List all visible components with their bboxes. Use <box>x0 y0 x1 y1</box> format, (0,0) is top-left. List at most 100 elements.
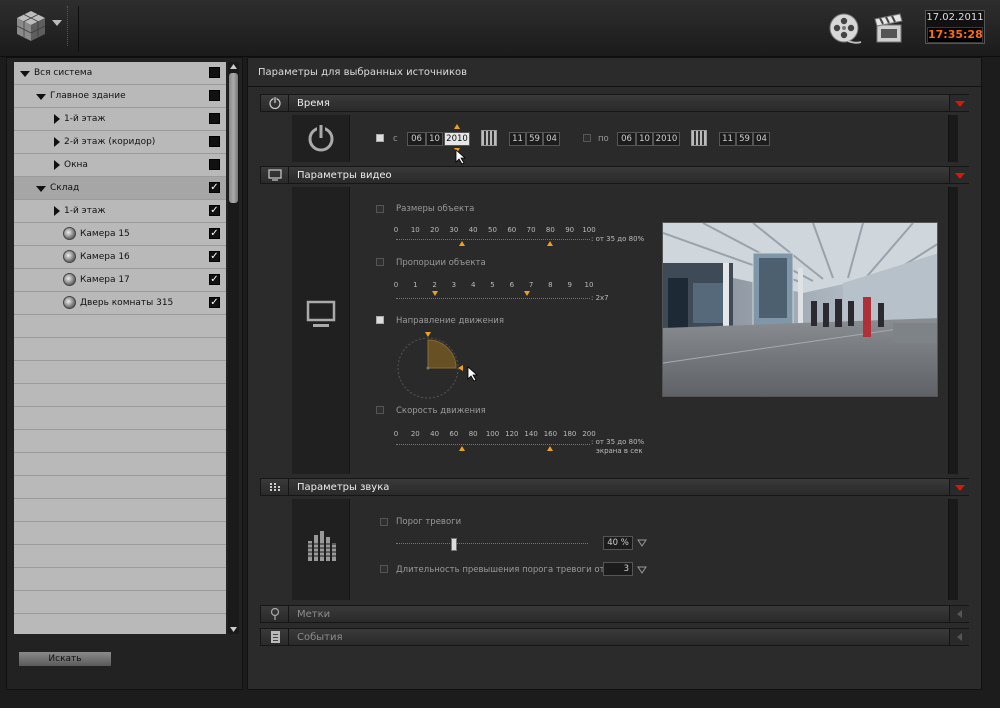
threshold-duration-checkbox[interactable] <box>380 565 388 573</box>
tree-checkbox[interactable]: ✓ <box>209 274 220 285</box>
from-year-field[interactable]: 2010 <box>444 132 470 146</box>
film-clapper-icon[interactable] <box>872 12 906 46</box>
empty-row <box>14 522 226 545</box>
datetime-display: 17.02.2011 17:35:28 <box>925 10 985 44</box>
object-size-max-handle[interactable] <box>547 241 553 246</box>
object-size-min-handle[interactable] <box>459 241 465 246</box>
expand-button[interactable] <box>949 606 969 622</box>
collapsed-arrow-icon[interactable] <box>54 137 60 147</box>
to-minute-field[interactable]: 59 <box>736 132 753 146</box>
tree-row-camera-15[interactable]: Камера 15 ✓ <box>14 223 226 246</box>
expand-button[interactable] <box>949 629 969 645</box>
alarm-threshold-checkbox[interactable] <box>380 518 388 526</box>
tree-row-door-315[interactable]: Дверь комнаты 315 ✓ <box>14 292 226 315</box>
tree-checkbox[interactable] <box>209 113 220 124</box>
divider <box>247 86 982 87</box>
tree-checkbox[interactable] <box>209 136 220 147</box>
tree-row-all-system[interactable]: Вся система <box>14 62 226 85</box>
object-ratio-slider-track[interactable] <box>396 298 590 299</box>
to-second-field[interactable]: 04 <box>753 132 770 146</box>
to-day-field[interactable]: 06 <box>617 132 636 146</box>
to-checkbox[interactable] <box>583 134 591 142</box>
collapsed-arrow-icon[interactable] <box>54 160 60 170</box>
to-month-field[interactable]: 10 <box>636 132 653 146</box>
section-header-video[interactable]: Параметры видео <box>260 166 969 184</box>
calendar-icon[interactable] <box>481 130 497 146</box>
tree-row-floor-2[interactable]: 2-й этаж (коридор) <box>14 131 226 154</box>
from-second-field[interactable]: 04 <box>543 132 560 146</box>
scale-tick-label: 1 <box>413 281 418 289</box>
section-header-sound[interactable]: Параметры звука <box>260 478 969 496</box>
spin-up-icon[interactable] <box>454 124 460 129</box>
speed-max-handle[interactable] <box>547 446 553 451</box>
expanded-arrow-icon[interactable] <box>36 186 46 192</box>
calendar-icon[interactable] <box>691 130 707 146</box>
tree-row-warehouse-floor-1[interactable]: 1-й этаж ✓ <box>14 200 226 223</box>
alarm-threshold-slider-handle[interactable] <box>451 538 457 551</box>
from-day-field[interactable]: 06 <box>407 132 426 146</box>
from-checkbox[interactable] <box>376 134 384 142</box>
tree-row-camera-17[interactable]: Камера 17 ✓ <box>14 269 226 292</box>
tree-checkbox[interactable] <box>209 159 220 170</box>
dropdown-arrow-icon[interactable] <box>637 539 647 547</box>
object-ratio-max-handle[interactable] <box>524 291 530 296</box>
collapse-button[interactable] <box>949 479 969 495</box>
threshold-duration-value[interactable]: 3 <box>603 562 633 576</box>
collapsed-arrow-icon[interactable] <box>54 114 60 124</box>
object-ratio-checkbox[interactable] <box>376 258 384 266</box>
tree-checkbox[interactable] <box>209 67 220 78</box>
scrollbar-thumb[interactable] <box>229 73 238 203</box>
tree-checkbox[interactable]: ✓ <box>209 251 220 262</box>
tree-row-floor-1[interactable]: 1-й этаж <box>14 108 226 131</box>
alarm-threshold-value[interactable]: 40 % <box>603 536 633 550</box>
section-scrollbar[interactable] <box>948 499 958 600</box>
dropdown-arrow-icon[interactable] <box>637 566 647 574</box>
speed-checkbox[interactable] <box>376 406 384 414</box>
tree-checkbox[interactable]: ✓ <box>209 182 220 193</box>
from-minute-field[interactable]: 59 <box>526 132 543 146</box>
film-reel-icon[interactable] <box>828 12 862 46</box>
direction-checkbox[interactable] <box>376 316 384 324</box>
tree-checkbox[interactable]: ✓ <box>209 297 220 308</box>
scale-tick-label: 10 <box>584 281 594 289</box>
chevron-down-icon[interactable] <box>52 20 62 26</box>
tree-checkbox[interactable]: ✓ <box>209 228 220 239</box>
scale-tick-label: 0 <box>393 430 399 438</box>
tree-checkbox[interactable] <box>209 90 220 101</box>
tree-scrollbar[interactable] <box>228 62 239 634</box>
mouse-pointer-icon <box>455 149 467 165</box>
collapse-button[interactable] <box>949 95 969 111</box>
alarm-threshold-slider-track[interactable] <box>396 543 588 544</box>
collapse-button[interactable] <box>949 167 969 183</box>
section-header-events[interactable]: События <box>260 628 969 646</box>
speed-min-handle[interactable] <box>459 446 465 451</box>
expanded-arrow-icon[interactable] <box>20 71 30 77</box>
section-scrollbar[interactable] <box>948 187 958 474</box>
scale-tick-label: 80 <box>545 226 555 234</box>
cube-logo-icon[interactable] <box>14 9 48 43</box>
object-size-slider-track[interactable] <box>396 239 590 240</box>
direction-dial[interactable] <box>395 330 465 400</box>
scroll-down-arrow-icon[interactable] <box>228 624 239 634</box>
expanded-arrow-icon[interactable] <box>36 94 46 100</box>
tree-row-camera-16[interactable]: Камера 16 ✓ <box>14 246 226 269</box>
from-month-field[interactable]: 10 <box>426 132 443 146</box>
tree-row-windows[interactable]: Окна <box>14 154 226 177</box>
search-button[interactable]: Искать <box>18 651 112 667</box>
tree-row-warehouse[interactable]: Склад ✓ <box>14 177 226 200</box>
tree-checkbox[interactable]: ✓ <box>209 205 220 216</box>
scale-tick-label: 20 <box>410 430 420 438</box>
speed-slider-track[interactable] <box>396 444 590 445</box>
to-year-field[interactable]: 2010 <box>653 132 680 146</box>
section-header-time[interactable]: Время <box>260 94 969 112</box>
section-scrollbar[interactable] <box>948 115 958 162</box>
to-hour-field[interactable]: 11 <box>719 132 736 146</box>
collapsed-arrow-icon[interactable] <box>54 206 60 216</box>
tree-row-main-building[interactable]: Главное здание <box>14 85 226 108</box>
from-hour-field[interactable]: 11 <box>509 132 526 146</box>
monitor-icon <box>261 167 289 183</box>
scroll-up-arrow-icon[interactable] <box>228 62 239 72</box>
section-header-tags[interactable]: Метки <box>260 605 969 623</box>
object-size-checkbox[interactable] <box>376 205 384 213</box>
object-ratio-min-handle[interactable] <box>432 291 438 296</box>
